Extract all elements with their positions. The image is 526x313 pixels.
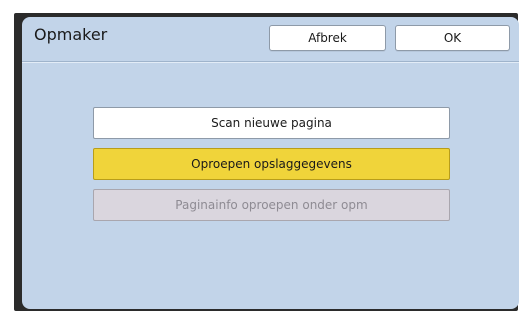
dialog-header: Opmaker Afbrek OK	[22, 17, 519, 60]
dialog-title: Opmaker	[34, 25, 108, 44]
header-divider-highlight	[22, 62, 519, 63]
recall-storage-data-button[interactable]: Oproepen opslaggegevens	[93, 148, 450, 180]
scan-new-page-button[interactable]: Scan nieuwe pagina	[93, 107, 450, 139]
dialog-panel: Opmaker Afbrek OK Scan nieuwe pagina Opr…	[22, 17, 519, 309]
recall-page-info-button: Paginainfo oproepen onder opm	[93, 189, 450, 221]
cancel-button[interactable]: Afbrek	[269, 25, 386, 51]
ok-button[interactable]: OK	[395, 25, 510, 51]
